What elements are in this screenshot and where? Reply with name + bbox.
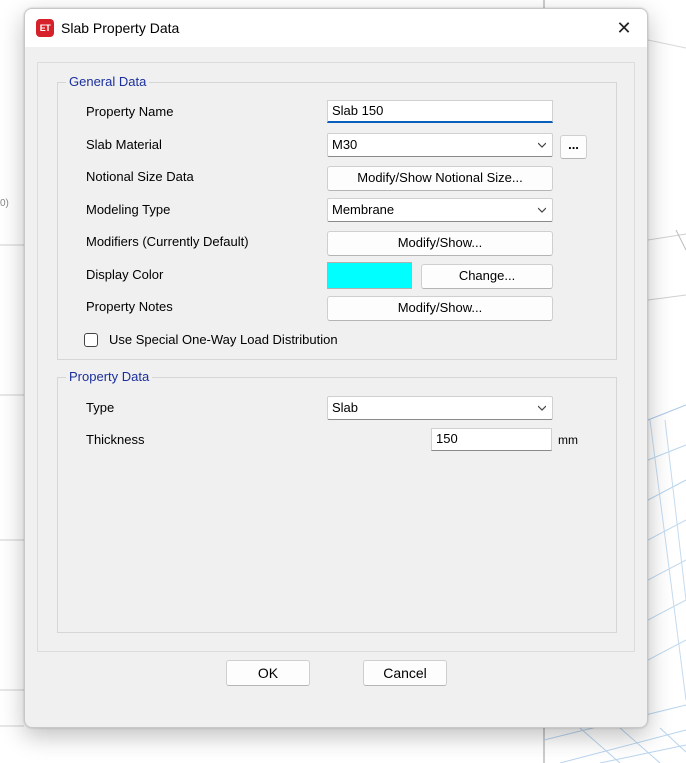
ok-button[interactable]: OK (226, 660, 310, 686)
property-data-legend: Property Data (66, 369, 153, 384)
chevron-down-icon (538, 207, 546, 213)
display-color-swatch[interactable] (327, 262, 412, 289)
thickness-input[interactable]: 150 (431, 428, 552, 451)
type-label: Type (86, 400, 115, 415)
slab-material-label: Slab Material (86, 137, 162, 152)
background-edge-label: 0) (0, 198, 9, 209)
chevron-down-icon (538, 142, 546, 148)
modeling-type-select[interactable]: Membrane (327, 198, 553, 222)
slab-material-select[interactable]: M30 (327, 133, 553, 157)
property-name-input[interactable]: Slab 150 (327, 100, 553, 123)
property-name-label: Property Name (86, 104, 174, 119)
title-bar[interactable]: ET Slab Property Data ✕ (25, 9, 647, 47)
slab-material-value: M30 (332, 137, 358, 152)
material-more-button[interactable]: ... (560, 135, 587, 159)
notional-size-label: Notional Size Data (86, 169, 194, 184)
change-color-button[interactable]: Change... (421, 264, 553, 289)
thickness-unit: mm (558, 433, 578, 447)
modeling-type-value: Membrane (332, 202, 395, 217)
property-notes-button[interactable]: Modify/Show... (327, 296, 553, 321)
cancel-button[interactable]: Cancel (363, 660, 447, 686)
general-data-legend: General Data (66, 74, 150, 89)
modeling-type-label: Modeling Type (86, 202, 171, 217)
dialog-title: Slab Property Data (61, 20, 180, 36)
notional-size-button[interactable]: Modify/Show Notional Size... (327, 166, 553, 191)
thickness-label: Thickness (86, 432, 145, 447)
one-way-load-checkbox[interactable] (84, 333, 98, 347)
one-way-load-label: Use Special One-Way Load Distribution (109, 332, 338, 347)
app-logo-icon: ET (36, 19, 54, 37)
type-select[interactable]: Slab (327, 396, 553, 420)
type-value: Slab (332, 400, 359, 415)
close-icon: ✕ (616, 18, 632, 38)
modifiers-button[interactable]: Modify/Show... (327, 231, 553, 256)
property-notes-label: Property Notes (86, 299, 173, 314)
close-button[interactable]: ✕ (601, 9, 647, 47)
modifiers-label: Modifiers (Currently Default) (86, 234, 249, 249)
chevron-down-icon (538, 405, 546, 411)
display-color-label: Display Color (86, 267, 164, 282)
slab-property-dialog: ET Slab Property Data ✕ General Data Pro… (24, 8, 648, 728)
